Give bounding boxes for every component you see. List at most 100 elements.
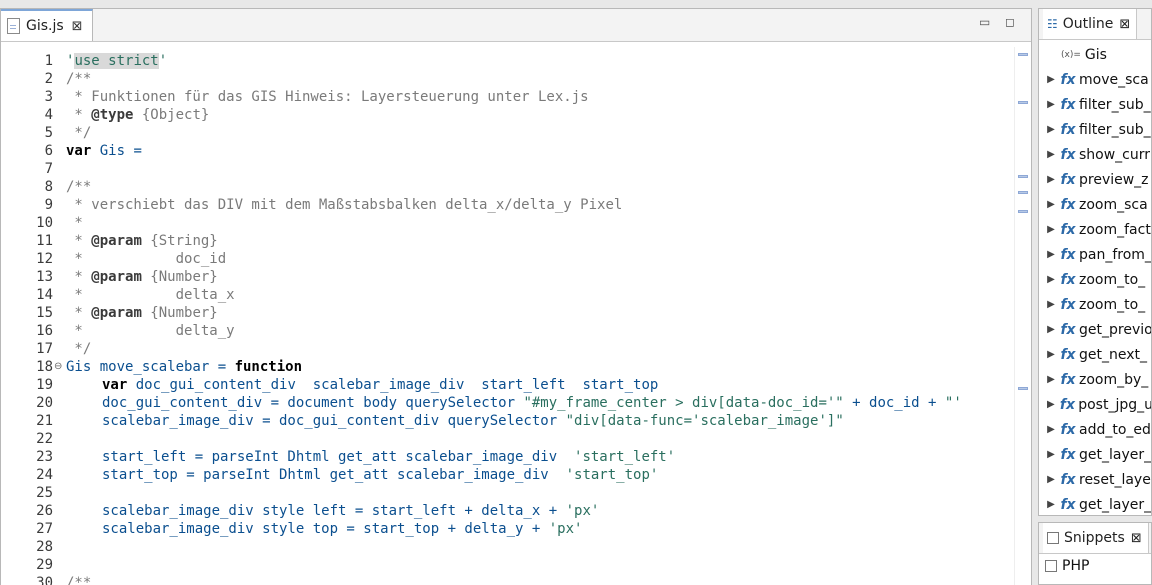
code-line[interactable]: 21 scalebar_image_div = doc_gui_content_d… xyxy=(1,412,1017,430)
code-line[interactable]: 18 ⊖ Gis move_scalebar = function xyxy=(1,358,1017,376)
chevron-right-icon[interactable]: ▶ xyxy=(1045,174,1057,185)
minimize-icon[interactable]: ▭ xyxy=(979,15,990,29)
code-line[interactable]: 25 xyxy=(1,484,1017,502)
chevron-right-icon[interactable]: ▶ xyxy=(1045,324,1057,335)
chevron-right-icon[interactable]: ▶ xyxy=(1045,299,1057,310)
line-number: 5 xyxy=(44,125,53,141)
chevron-right-icon[interactable]: ▶ xyxy=(1045,424,1057,435)
close-icon[interactable]: ⊠ xyxy=(1131,531,1142,546)
snippet-category[interactable]: PHP xyxy=(1039,554,1151,578)
code-line[interactable]: 5 */ xyxy=(1,124,1017,142)
code-line[interactable]: 6 var Gis = xyxy=(1,142,1017,160)
function-icon: fx xyxy=(1060,71,1076,88)
outline-label: post_jpg_u xyxy=(1078,396,1151,413)
outline-item[interactable]: ▶ fx show_curr xyxy=(1039,142,1151,167)
code-line[interactable]: 8 /** xyxy=(1,178,1017,196)
code-token: * delta_x xyxy=(66,287,235,303)
code-line[interactable]: 15 * @param {Number} xyxy=(1,304,1017,322)
code-line[interactable]: 28 xyxy=(1,538,1017,556)
code-line[interactable]: 10 * xyxy=(1,214,1017,232)
ruler-mark[interactable] xyxy=(1018,191,1028,194)
chevron-right-icon[interactable]: ▶ xyxy=(1045,74,1057,85)
outline-item[interactable]: ▶ fx get_previo xyxy=(1039,317,1151,342)
code-line[interactable]: 9 * verschiebt das DIV mit dem Maßstabsb… xyxy=(1,196,1017,214)
chevron-right-icon[interactable]: ▶ xyxy=(1045,449,1057,460)
code-area[interactable]: 1'use strict' 2/** 3 * Funktionen für das … xyxy=(1,47,1017,585)
code-line[interactable]: 20 doc_gui_content_div = document body qu… xyxy=(1,394,1017,412)
code-line[interactable]: 22 xyxy=(1,430,1017,448)
tab-outline[interactable]: ☷ Outline ⊠ xyxy=(1043,9,1138,39)
close-icon[interactable]: ⊠ xyxy=(72,19,83,34)
code-line[interactable]: 26 scalebar_image_div style left = start_… xyxy=(1,502,1017,520)
chevron-right-icon[interactable]: ▶ xyxy=(1045,199,1057,210)
chevron-right-icon[interactable]: ▶ xyxy=(1045,399,1057,410)
outline-item[interactable]: ▶ fx filter_sub_ xyxy=(1039,117,1151,142)
function-icon: fx xyxy=(1060,246,1076,263)
chevron-right-icon[interactable]: ▶ xyxy=(1045,124,1057,135)
chevron-right-icon[interactable]: ▶ xyxy=(1045,224,1057,235)
code-line[interactable]: 24 start_top = parseInt Dhtml get_att sca… xyxy=(1,466,1017,484)
snippet-label: PHP xyxy=(1062,558,1090,574)
code-line[interactable]: 11 * @param {String} xyxy=(1,232,1017,250)
tab-snippets[interactable]: Snippets ⊠ xyxy=(1043,523,1149,553)
code-line[interactable]: 7 xyxy=(1,160,1017,178)
maximize-icon[interactable]: ◻ xyxy=(1005,15,1015,29)
chevron-right-icon[interactable]: ▶ xyxy=(1045,499,1057,510)
outline-root-gis[interactable]: (x)= Gis xyxy=(1039,42,1151,67)
line-number: 27 xyxy=(36,521,53,537)
code-line[interactable]: 12 * doc_id xyxy=(1,250,1017,268)
outline-item[interactable]: ▶ fx zoom_fact xyxy=(1039,217,1151,242)
chevron-right-icon[interactable]: ▶ xyxy=(1045,474,1057,485)
ruler-mark[interactable] xyxy=(1018,53,1028,56)
outline-item[interactable]: ▶ fx preview_z xyxy=(1039,167,1151,192)
code-line[interactable]: 3 * Funktionen für das GIS Hinweis: Laye… xyxy=(1,88,1017,106)
outline-item[interactable]: ▶ fx filter_sub_ xyxy=(1039,92,1151,117)
outline-item[interactable]: ▶ fx pan_from_ xyxy=(1039,242,1151,267)
line-number: 16 xyxy=(36,323,53,339)
tab-gis-js[interactable]: Gis.js ⊠ xyxy=(1,9,93,41)
code-line[interactable]: 1 'use strict' xyxy=(1,52,1017,70)
close-icon[interactable]: ⊠ xyxy=(1119,17,1130,32)
code-line[interactable]: 13 * @param {Number} xyxy=(1,268,1017,286)
outline-item[interactable]: ▶ fx get_layer_ xyxy=(1039,492,1151,517)
outline-item[interactable]: ▶ fx add_to_ed xyxy=(1039,417,1151,442)
code-line[interactable]: 23 start_left = parseInt Dhtml get_att sc… xyxy=(1,448,1017,466)
outline-item[interactable]: ▶ fx reset_laye xyxy=(1039,467,1151,492)
outline-item[interactable]: ▶ fx move_sca xyxy=(1039,67,1151,92)
outline-item[interactable]: ▶ fx post_jpg_u xyxy=(1039,392,1151,417)
outline-item[interactable]: ▶ fx get_layer_ xyxy=(1039,442,1151,467)
outline-item[interactable]: ▶ fx zoom_to_ xyxy=(1039,292,1151,317)
code-line[interactable]: 16 * delta_y xyxy=(1,322,1017,340)
ruler-mark[interactable] xyxy=(1018,210,1028,213)
ruler-mark[interactable] xyxy=(1018,387,1028,390)
fold-toggle-icon[interactable]: ⊖ xyxy=(54,358,62,376)
ruler-mark[interactable] xyxy=(1018,101,1028,104)
outline-label: show_curr xyxy=(1079,146,1151,163)
outline-item[interactable]: ▶ fx zoom_sca xyxy=(1039,192,1151,217)
chevron-right-icon[interactable]: ▶ xyxy=(1045,274,1057,285)
outline-item[interactable]: ▶ fx zoom_by_ xyxy=(1039,367,1151,392)
code-line[interactable]: 19 var doc_gui_content_div scalebar_image… xyxy=(1,376,1017,394)
code-line[interactable]: 2 /** xyxy=(1,70,1017,88)
chevron-right-icon[interactable]: ▶ xyxy=(1045,374,1057,385)
code-token: "div[data-func='scalebar_image']" xyxy=(565,413,844,429)
code-line[interactable]: 29 xyxy=(1,556,1017,574)
outline-tabbar: ☷ Outline ⊠ xyxy=(1039,9,1151,40)
code-line[interactable]: 17 */ xyxy=(1,340,1017,358)
code-line[interactable]: 4 * @type {Object} xyxy=(1,106,1017,124)
code-token: use strict xyxy=(74,53,159,69)
code-line[interactable]: 30 /** xyxy=(1,574,1017,585)
overview-ruler[interactable] xyxy=(1014,47,1031,585)
chevron-right-icon[interactable]: ▶ xyxy=(1045,249,1057,260)
code-line[interactable]: 14 * delta_x xyxy=(1,286,1017,304)
outline-label: get_next_ xyxy=(1079,346,1148,363)
chevron-right-icon[interactable]: ▶ xyxy=(1045,349,1057,360)
ruler-mark[interactable] xyxy=(1018,175,1028,178)
chevron-right-icon[interactable]: ▶ xyxy=(1045,99,1057,110)
code-text: * delta_x xyxy=(66,286,235,304)
outline-item[interactable]: ▶ fx get_next_ xyxy=(1039,342,1151,367)
chevron-right-icon[interactable]: ▶ xyxy=(1045,149,1057,160)
code-token: {Number} xyxy=(141,305,218,321)
code-line[interactable]: 27 scalebar_image_div style top = start_t… xyxy=(1,520,1017,538)
outline-item[interactable]: ▶ fx zoom_to_ xyxy=(1039,267,1151,292)
